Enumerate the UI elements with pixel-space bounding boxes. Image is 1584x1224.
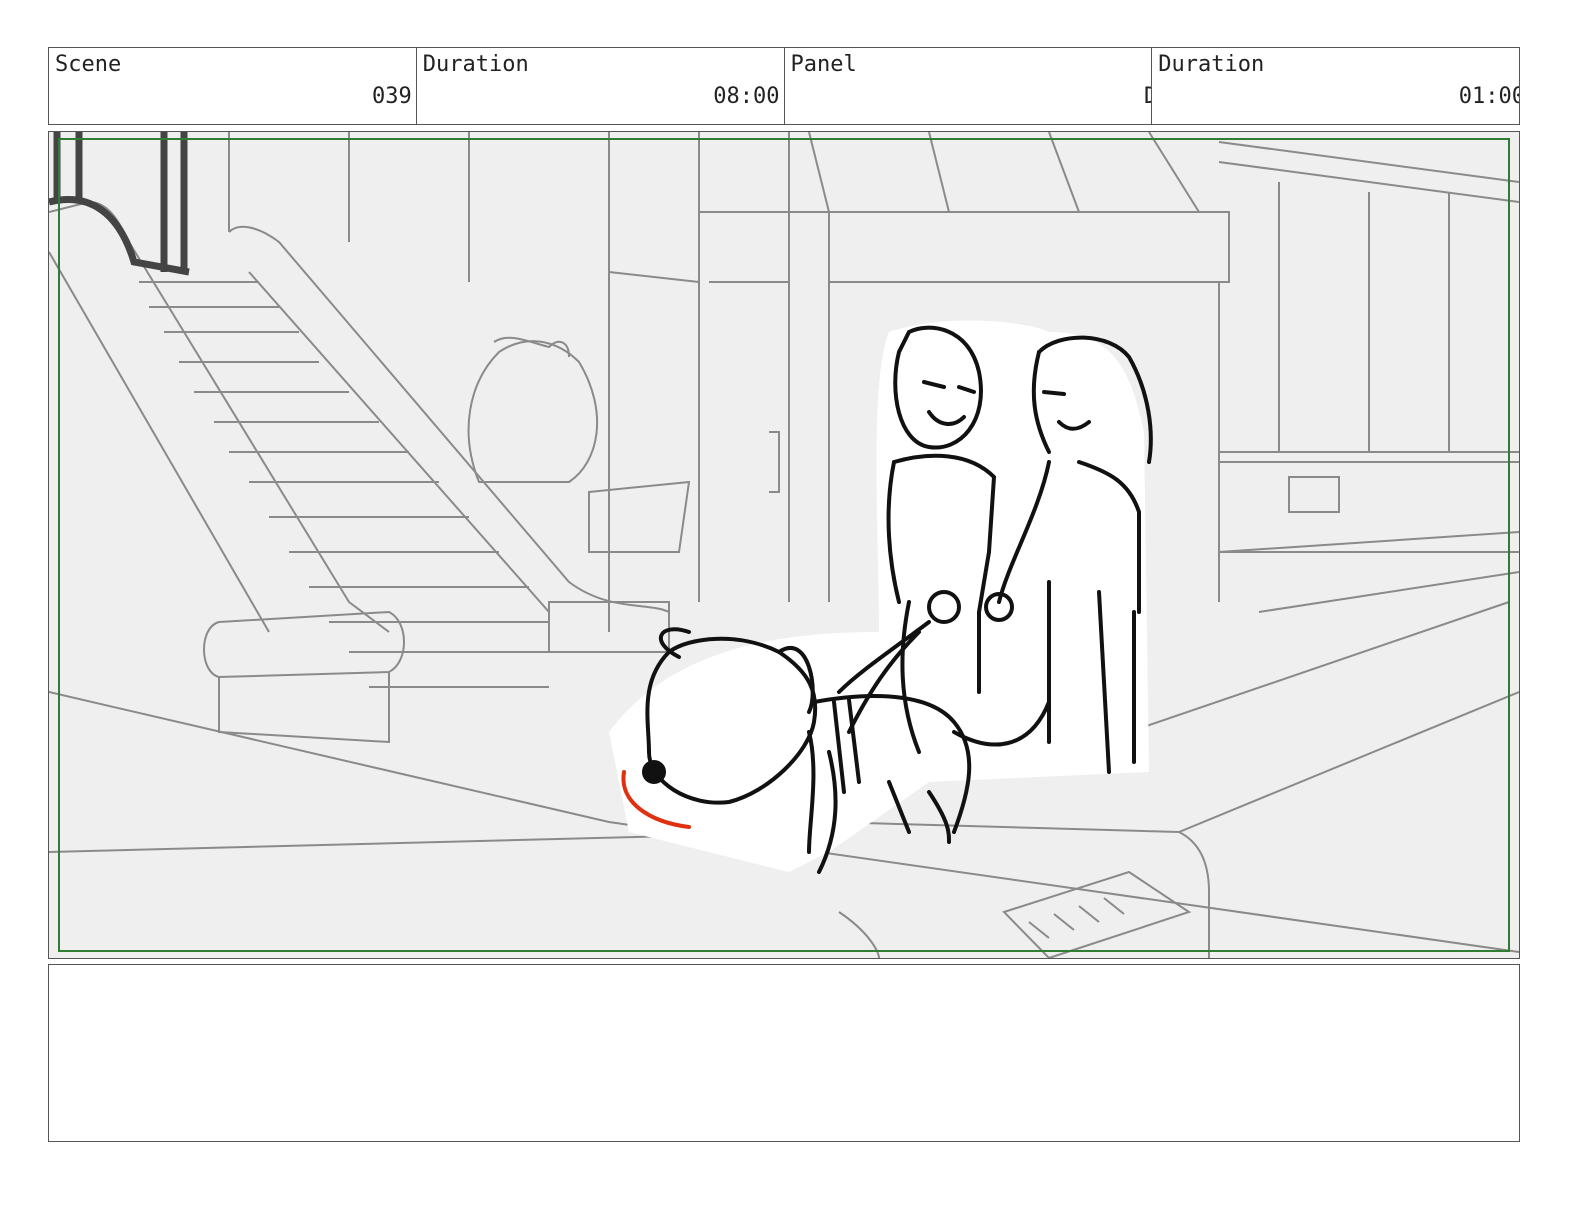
- panel-value[interactable]: D: [1144, 84, 1151, 109]
- panel-label: Panel: [790, 52, 857, 77]
- scene-cell: Scene 039: [49, 48, 417, 124]
- scene-value[interactable]: 039: [372, 84, 412, 109]
- girl-two-eye: [1042, 390, 1066, 396]
- scene-duration-label: Duration: [422, 52, 529, 77]
- scene-duration-value[interactable]: 08:00: [713, 84, 779, 109]
- panel-duration-value[interactable]: 01:00: [1459, 84, 1519, 109]
- scene-duration-cell: Duration 08:00: [417, 48, 785, 124]
- notes-panel[interactable]: [48, 964, 1520, 1142]
- dog-nose: [642, 760, 666, 784]
- scene-label: Scene: [55, 52, 122, 77]
- panel-header: Scene 039 Duration 08:00 Panel D Duratio…: [48, 47, 1520, 125]
- panel-duration-cell: Duration 01:00: [1152, 48, 1519, 124]
- storyboard-frame[interactable]: [48, 131, 1520, 959]
- panel-cell: Panel D: [785, 48, 1153, 124]
- panel-duration-label: Duration: [1158, 52, 1265, 77]
- notes-text[interactable]: [49, 965, 1519, 981]
- storyboard-drawing: [49, 132, 1519, 958]
